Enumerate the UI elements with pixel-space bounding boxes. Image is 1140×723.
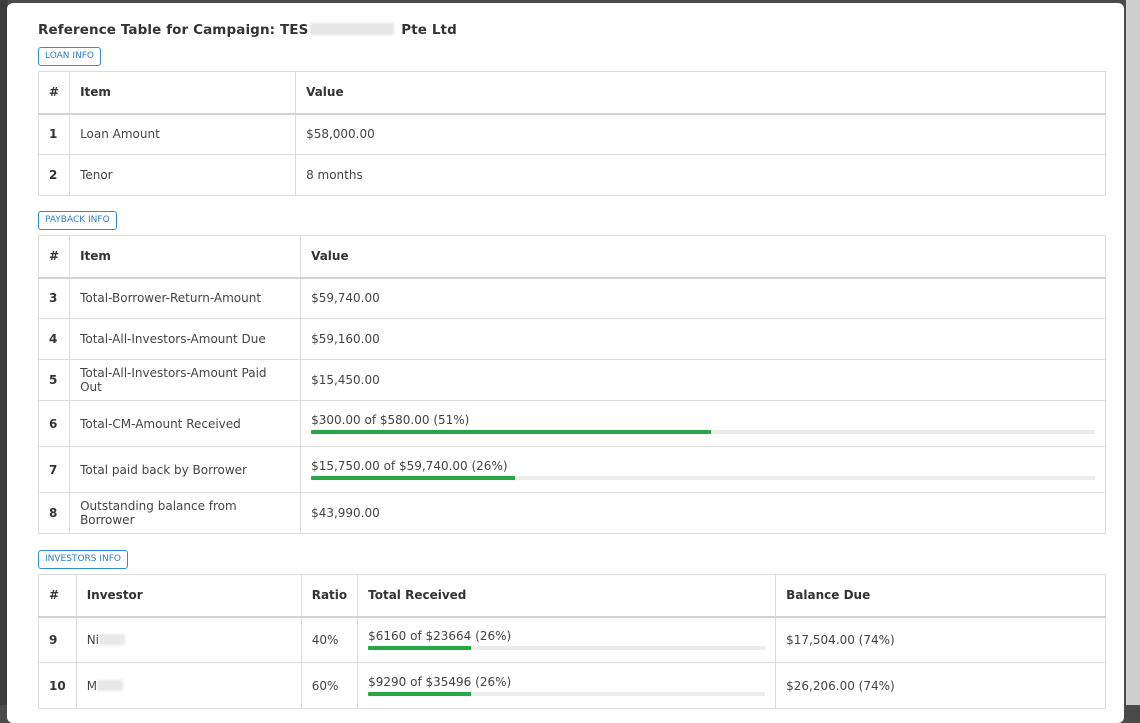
row-number: 7 [37, 446, 71, 493]
row-value: $59,740.00 [300, 277, 1106, 319]
title-prefix: Reference Table for Campaign: TES [38, 22, 309, 38]
redacted-name [97, 679, 124, 691]
investor-name: M [86, 678, 98, 693]
investor-received-progress: $9290 of $35496 (26%) [357, 662, 777, 709]
table-row: 5 Total-All-Investors-Amount Paid Out $1… [37, 359, 1106, 401]
payback-info-table: # Item Value 3 Total-Borrower-Return-Amo… [37, 235, 1106, 534]
investor-balance: $26,206.00 (74%) [775, 662, 1106, 709]
progress-bar [311, 430, 1095, 434]
col-header-value: Value [295, 71, 1106, 115]
progress-fill [368, 646, 472, 651]
row-item: Loan Amount [69, 113, 297, 155]
table-row: 4 Total-All-Investors-Amount Due $59,160… [37, 318, 1106, 360]
loan-info-button[interactable]: LOAN INFO [38, 47, 102, 66]
table-header-row: # Item Value [37, 235, 1106, 279]
row-value: $58,000.00 [295, 113, 1106, 155]
col-header-investor: Investor [75, 574, 302, 618]
investor-name-cell: M [75, 662, 302, 709]
row-item: Total-Borrower-Return-Amount [69, 277, 302, 319]
progress-label: $9290 of $35496 (26%) [368, 675, 512, 689]
col-header-number: # [37, 235, 71, 279]
redacted-name [99, 633, 126, 645]
row-number: 9 [38, 616, 77, 663]
table-row: 2 Tenor 8 months [37, 154, 1106, 196]
investors-info-button[interactable]: INVESTORS INFO [38, 550, 128, 569]
progress-fill [311, 476, 515, 480]
col-header-balance-due: Balance Due [775, 574, 1106, 618]
row-number: 3 [37, 277, 71, 319]
col-header-item: Item [69, 71, 297, 115]
investors-info-table: # Investor Ratio Total Received Balance … [38, 574, 1106, 709]
row-number: 2 [37, 154, 71, 196]
redacted-name [310, 23, 395, 35]
row-number: 8 [37, 492, 71, 534]
row-value-progress: $300.00 of $580.00 (51%) [300, 400, 1106, 447]
col-header-ratio: Ratio [300, 574, 359, 618]
progress-bar [368, 646, 766, 651]
background-right [1126, 0, 1140, 705]
payback-info-button[interactable]: PAYBACK INFO [38, 211, 117, 230]
row-item: Total-All-Investors-Amount Due [69, 318, 302, 360]
table-row: 3 Total-Borrower-Return-Amount $59,740.0… [37, 277, 1106, 319]
table-row: 9 Ni 40% $6160 of $23664 (26%) $17,504.0… [38, 616, 1106, 663]
row-item: Tenor [69, 154, 297, 196]
investor-received-progress: $6160 of $23664 (26%) [357, 616, 777, 663]
row-value: $15,450.00 [300, 359, 1106, 401]
row-number: 4 [37, 318, 71, 360]
progress-fill [368, 692, 472, 696]
table-header-row: # Item Value [37, 71, 1106, 115]
table-row: 1 Loan Amount $58,000.00 [37, 113, 1106, 155]
progress-label: $300.00 of $580.00 (51%) [311, 413, 470, 427]
row-item: Total-All-Investors-Amount Paid Out [69, 359, 302, 401]
table-row: 10 M 60% $9290 of $35496 (26%) $26,206.0… [38, 662, 1106, 709]
loan-info-table: # Item Value 1 Loan Amount $58,000.00 2 … [37, 71, 1106, 196]
reference-table-card: Reference Table for Campaign: TES Pte Lt… [7, 3, 1124, 723]
table-row: 6 Total-CM-Amount Received $300.00 of $5… [37, 400, 1106, 447]
row-number: 1 [37, 113, 71, 155]
table-row: 7 Total paid back by Borrower $15,750.00… [37, 446, 1106, 493]
progress-fill [311, 430, 711, 434]
row-number: 10 [38, 662, 77, 709]
row-item: Outstanding balance from Borrower [69, 492, 302, 534]
investor-ratio: 60% [300, 662, 359, 709]
row-item: Total-CM-Amount Received [69, 400, 302, 447]
row-value: $59,160.00 [300, 318, 1106, 360]
page-title: Reference Table for Campaign: TES Pte Lt… [38, 22, 457, 38]
row-number: 6 [37, 400, 71, 447]
col-header-number: # [37, 71, 71, 115]
background-left [0, 0, 7, 705]
row-value: 8 months [295, 154, 1106, 196]
investor-name-cell: Ni [75, 616, 302, 663]
table-row: 8 Outstanding balance from Borrower $43,… [37, 492, 1106, 534]
investor-ratio: 40% [300, 616, 359, 663]
investor-balance: $17,504.00 (74%) [775, 616, 1106, 663]
title-suffix: Pte Ltd [401, 22, 457, 38]
investor-name: Ni [86, 632, 100, 647]
progress-label: $15,750.00 of $59,740.00 (26%) [311, 459, 508, 473]
row-number: 5 [37, 359, 71, 401]
progress-label: $6160 of $23664 (26%) [368, 629, 512, 644]
row-value-progress: $15,750.00 of $59,740.00 (26%) [300, 446, 1106, 493]
col-header-total-received: Total Received [357, 574, 777, 618]
progress-bar [368, 692, 766, 696]
row-item: Total paid back by Borrower [69, 446, 302, 493]
row-value: $43,990.00 [300, 492, 1106, 534]
table-header-row: # Investor Ratio Total Received Balance … [38, 574, 1106, 618]
col-header-item: Item [69, 235, 302, 279]
col-header-value: Value [300, 235, 1106, 279]
progress-bar [311, 476, 1095, 480]
col-header-number: # [38, 574, 77, 618]
